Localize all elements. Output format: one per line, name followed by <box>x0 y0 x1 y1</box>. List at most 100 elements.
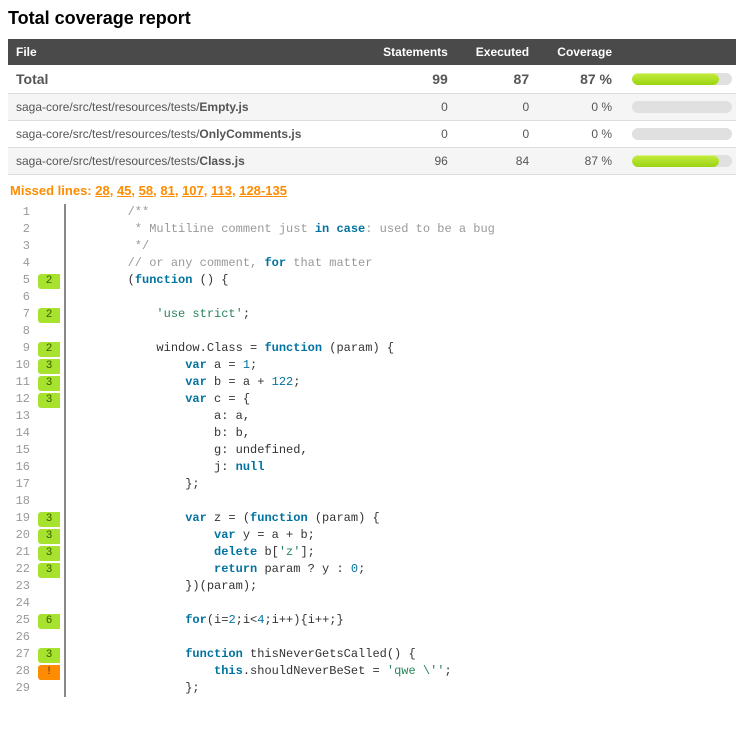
code-line: var z = (function (param) { <box>70 510 736 527</box>
table-row: Total998787 % <box>8 65 736 94</box>
hit-count: 3 <box>38 391 64 408</box>
missed-line-link[interactable]: 28 <box>95 183 109 198</box>
line-number: 1 <box>8 204 30 221</box>
col-bar <box>620 39 736 65</box>
line-number-gutter: 1234567891011121314151617181920212223242… <box>8 204 38 697</box>
hit-count <box>38 578 64 595</box>
line-number: 10 <box>8 357 30 374</box>
line-number: 4 <box>8 255 30 272</box>
line-number: 12 <box>8 391 30 408</box>
hit-badge: 3 <box>38 359 60 374</box>
line-number: 7 <box>8 306 30 323</box>
line-number: 3 <box>8 238 30 255</box>
code-line: delete b['z']; <box>70 544 736 561</box>
line-number: 24 <box>8 595 30 612</box>
hit-count <box>38 221 64 238</box>
code-line: a: a, <box>70 408 736 425</box>
code-line: /** <box>70 204 736 221</box>
coverage-bar-cell <box>620 148 736 175</box>
hit-badge: 3 <box>38 529 60 544</box>
hit-count <box>38 493 64 510</box>
page-title: Total coverage report <box>8 8 736 29</box>
hit-count: 3 <box>38 374 64 391</box>
hit-count: ! <box>38 663 64 680</box>
code-line: */ <box>70 238 736 255</box>
code-line: window.Class = function (param) { <box>70 340 736 357</box>
executed-cell: 87 <box>456 65 537 94</box>
executed-cell: 84 <box>456 148 537 175</box>
file-cell: Total <box>8 65 361 94</box>
table-row: saga-core/src/test/resources/tests/OnlyC… <box>8 121 736 148</box>
code-line: * Multiline comment just in case: used t… <box>70 221 736 238</box>
code-line: }; <box>70 680 736 697</box>
hit-count <box>38 442 64 459</box>
missed-line-link[interactable]: 107 <box>182 183 204 198</box>
missed-lines-prefix: Missed lines: <box>10 183 95 198</box>
hit-badge: 3 <box>38 546 60 561</box>
line-number: 15 <box>8 442 30 459</box>
missed-line-link[interactable]: 81 <box>160 183 174 198</box>
hit-badge: 3 <box>38 512 60 527</box>
statements-cell: 0 <box>361 94 456 121</box>
line-number: 20 <box>8 527 30 544</box>
code-line: this.shouldNeverBeSet = 'qwe \''; <box>70 663 736 680</box>
col-executed: Executed <box>456 39 537 65</box>
code-line: for(i=2;i<4;i++){i++;} <box>70 612 736 629</box>
code-line <box>70 289 736 306</box>
coverage-cell: 87 % <box>537 148 620 175</box>
coverage-bar <box>632 155 732 167</box>
hit-badge: 2 <box>38 274 60 289</box>
hit-count <box>38 323 64 340</box>
line-number: 8 <box>8 323 30 340</box>
executed-cell: 0 <box>456 121 537 148</box>
hit-count: 3 <box>38 544 64 561</box>
line-number: 11 <box>8 374 30 391</box>
code-line <box>70 323 736 340</box>
line-number: 16 <box>8 459 30 476</box>
missed-lines: Missed lines: 28, 45, 58, 81, 107, 113, … <box>10 183 736 198</box>
hit-badge: 3 <box>38 648 60 663</box>
hit-count: 3 <box>38 527 64 544</box>
code-column: /** * Multiline comment just in case: us… <box>64 204 736 697</box>
line-number: 23 <box>8 578 30 595</box>
coverage-bar <box>632 101 732 113</box>
line-number: 17 <box>8 476 30 493</box>
hit-count: 6 <box>38 612 64 629</box>
coverage-bar-cell <box>620 94 736 121</box>
hit-count <box>38 238 64 255</box>
hit-badge: 2 <box>38 342 60 357</box>
line-number: 25 <box>8 612 30 629</box>
missed-line-link[interactable]: 128-135 <box>239 183 287 198</box>
code-line: var b = a + 122; <box>70 374 736 391</box>
hit-count <box>38 595 64 612</box>
hit-count-gutter: 222333333363! <box>38 204 64 697</box>
hit-count: 3 <box>38 561 64 578</box>
code-line <box>70 493 736 510</box>
file-cell: saga-core/src/test/resources/tests/Class… <box>8 148 361 175</box>
hit-badge: 6 <box>38 614 60 629</box>
col-coverage: Coverage <box>537 39 620 65</box>
table-row: saga-core/src/test/resources/tests/Class… <box>8 148 736 175</box>
col-statements: Statements <box>361 39 456 65</box>
hit-badge: 3 <box>38 563 60 578</box>
code-line: })(param); <box>70 578 736 595</box>
coverage-bar <box>632 128 732 140</box>
statements-cell: 99 <box>361 65 456 94</box>
missed-line-link[interactable]: 58 <box>139 183 153 198</box>
code-line <box>70 595 736 612</box>
code-line: g: undefined, <box>70 442 736 459</box>
statements-cell: 96 <box>361 148 456 175</box>
missed-line-link[interactable]: 113 <box>211 183 232 198</box>
hit-count <box>38 408 64 425</box>
hit-count <box>38 629 64 646</box>
hit-count <box>38 255 64 272</box>
code-line: return param ? y : 0; <box>70 561 736 578</box>
hit-count <box>38 425 64 442</box>
coverage-bar-cell <box>620 121 736 148</box>
line-number: 29 <box>8 680 30 697</box>
missed-line-link[interactable]: 45 <box>117 183 131 198</box>
coverage-bar-cell <box>620 65 736 94</box>
line-number: 18 <box>8 493 30 510</box>
code-line: j: null <box>70 459 736 476</box>
file-cell: saga-core/src/test/resources/tests/Empty… <box>8 94 361 121</box>
